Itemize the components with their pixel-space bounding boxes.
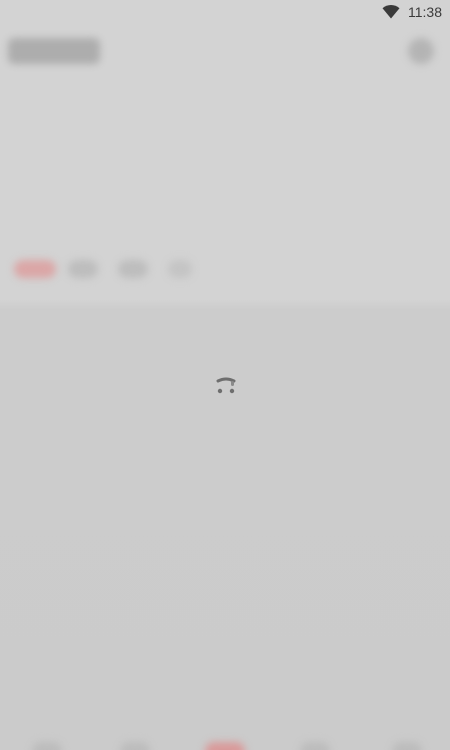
bottom-nav-item-blurred-3 (205, 742, 245, 750)
status-bar: 11:38 (0, 0, 450, 24)
tab-blurred-3 (118, 260, 148, 278)
wifi-icon (382, 5, 400, 19)
status-time: 11:38 (408, 4, 442, 20)
bottom-nav-item-blurred-4 (300, 742, 330, 750)
tab-blurred-2 (68, 260, 98, 278)
header-title-blurred (8, 38, 100, 64)
bottom-nav-item-blurred-2 (120, 742, 150, 750)
header-action-icon-blurred (408, 38, 434, 64)
tab-blurred-1 (14, 260, 56, 278)
bottom-nav-item-blurred-1 (32, 742, 62, 750)
tab-row-blurred (12, 254, 232, 284)
tab-blurred-4 (168, 260, 192, 278)
app-screen: 11:38 (0, 0, 450, 750)
app-header (0, 28, 450, 76)
bottom-nav-item-blurred-5 (392, 742, 422, 750)
bottom-nav-blurred (0, 720, 450, 750)
loading-spinner-icon (214, 374, 238, 398)
